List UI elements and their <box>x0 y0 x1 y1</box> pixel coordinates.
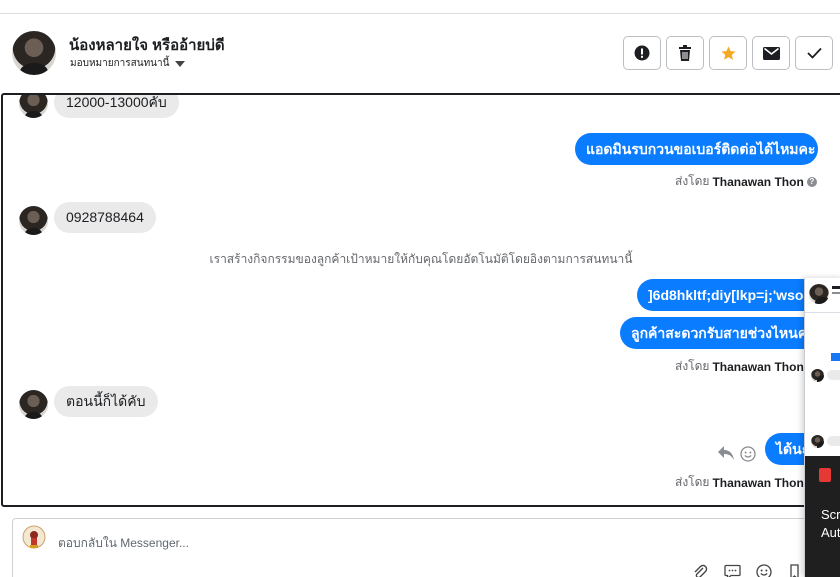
popup-avatar <box>811 369 824 382</box>
exclamation-circle-icon <box>634 45 650 61</box>
reply-composer[interactable]: ตอบกลับใน Messenger... <box>12 518 840 577</box>
star-icon <box>720 45 736 60</box>
tooltip-line-2: Aut <box>821 525 840 540</box>
contact-avatar-small <box>19 390 48 419</box>
incoming-message[interactable]: 12000-13000คับ <box>54 95 179 118</box>
floating-popup-panel[interactable]: Scr Aut <box>804 278 840 577</box>
caret-down-icon <box>175 60 186 67</box>
delete-button[interactable] <box>666 36 704 70</box>
saved-replies-button[interactable] <box>723 563 741 577</box>
sender-name: Thanawan Thon <box>712 475 804 490</box>
reply-icon[interactable] <box>717 445 735 461</box>
system-note: เราสร้างกิจกรรมของลูกค้าเป้าหมายให้กับคุ… <box>209 252 633 266</box>
sent-by-label: ส่งโดย Thanawan Thon <box>675 357 804 376</box>
report-button[interactable] <box>623 36 661 70</box>
divider <box>805 312 840 313</box>
sent-by-prefix: ส่งโดย <box>675 174 710 188</box>
popup-bubble <box>827 436 840 446</box>
contact-name[interactable]: น้องหลายใจ หรืออ้ายบ่ดี <box>69 33 225 57</box>
screen-capture-tooltip: Scr Aut <box>805 456 840 577</box>
assign-conversation-dropdown[interactable]: มอบหมายการสนทนานี้ <box>70 56 186 71</box>
conversation-header: น้องหลายใจ หรืออ้ายบ่ดี มอบหมายการสนทนาน… <box>0 14 840 93</box>
paperclip-icon <box>694 564 708 577</box>
mark-unread-button[interactable] <box>752 36 790 70</box>
smile-icon <box>756 564 772 577</box>
contact-avatar-small <box>19 206 48 235</box>
message-thread[interactable]: 12000-13000คับ แอดมินรบกวนขอเบอร์ติดต่อไ… <box>1 93 840 507</box>
check-icon <box>806 47 822 59</box>
sent-by-prefix: ส่งโดย <box>675 475 710 489</box>
attach-button[interactable] <box>691 563 709 577</box>
trash-icon <box>679 45 691 61</box>
reply-input[interactable]: ตอบกลับใน Messenger... <box>58 534 189 553</box>
popup-bubble <box>827 370 840 380</box>
sent-by-prefix: ส่งโดย <box>675 359 710 373</box>
contact-avatar-small <box>19 95 48 118</box>
mark-done-button[interactable] <box>795 36 833 70</box>
help-icon[interactable]: ? <box>806 176 817 187</box>
envelope-icon <box>762 46 780 60</box>
sent-by-label: ส่งโดย Thanawan Thon <box>675 473 804 492</box>
popup-avatar <box>811 435 824 448</box>
composer-toolbar <box>691 563 805 577</box>
tooltip-line-1: Scr <box>821 507 840 522</box>
popup-text-line <box>832 292 840 294</box>
popup-text-line <box>832 286 840 289</box>
incoming-message[interactable]: 0928788464 <box>54 202 156 233</box>
sent-by-label: ส่งโดย Thanawan Thon ? <box>675 172 817 191</box>
page-avatar <box>22 525 46 549</box>
popup-avatar <box>809 284 829 304</box>
contact-avatar[interactable] <box>12 31 56 75</box>
more-options-button[interactable] <box>787 563 805 577</box>
sender-name: Thanawan Thon <box>712 359 804 374</box>
inbox-conversation-view: น้องหลายใจ หรืออ้ายบ่ดี มอบหมายการสนทนาน… <box>0 0 840 577</box>
incoming-message[interactable]: ตอนนี้ก็ได้คับ <box>54 386 158 417</box>
emoji-button[interactable] <box>755 563 773 577</box>
bookmark-icon <box>790 564 799 577</box>
outgoing-message[interactable]: แอดมินรบกวนขอเบอร์ติดต่อได้ไหมคะ <box>575 133 818 165</box>
header-actions <box>623 36 833 70</box>
chat-bubble-icon <box>723 564 741 577</box>
star-button[interactable] <box>709 36 747 70</box>
app-icon <box>819 468 831 482</box>
assign-label: มอบหมายการสนทนานี้ <box>70 58 170 69</box>
sender-name: Thanawan Thon <box>712 174 804 189</box>
popup-badge <box>831 353 840 361</box>
react-icon[interactable] <box>740 446 756 462</box>
